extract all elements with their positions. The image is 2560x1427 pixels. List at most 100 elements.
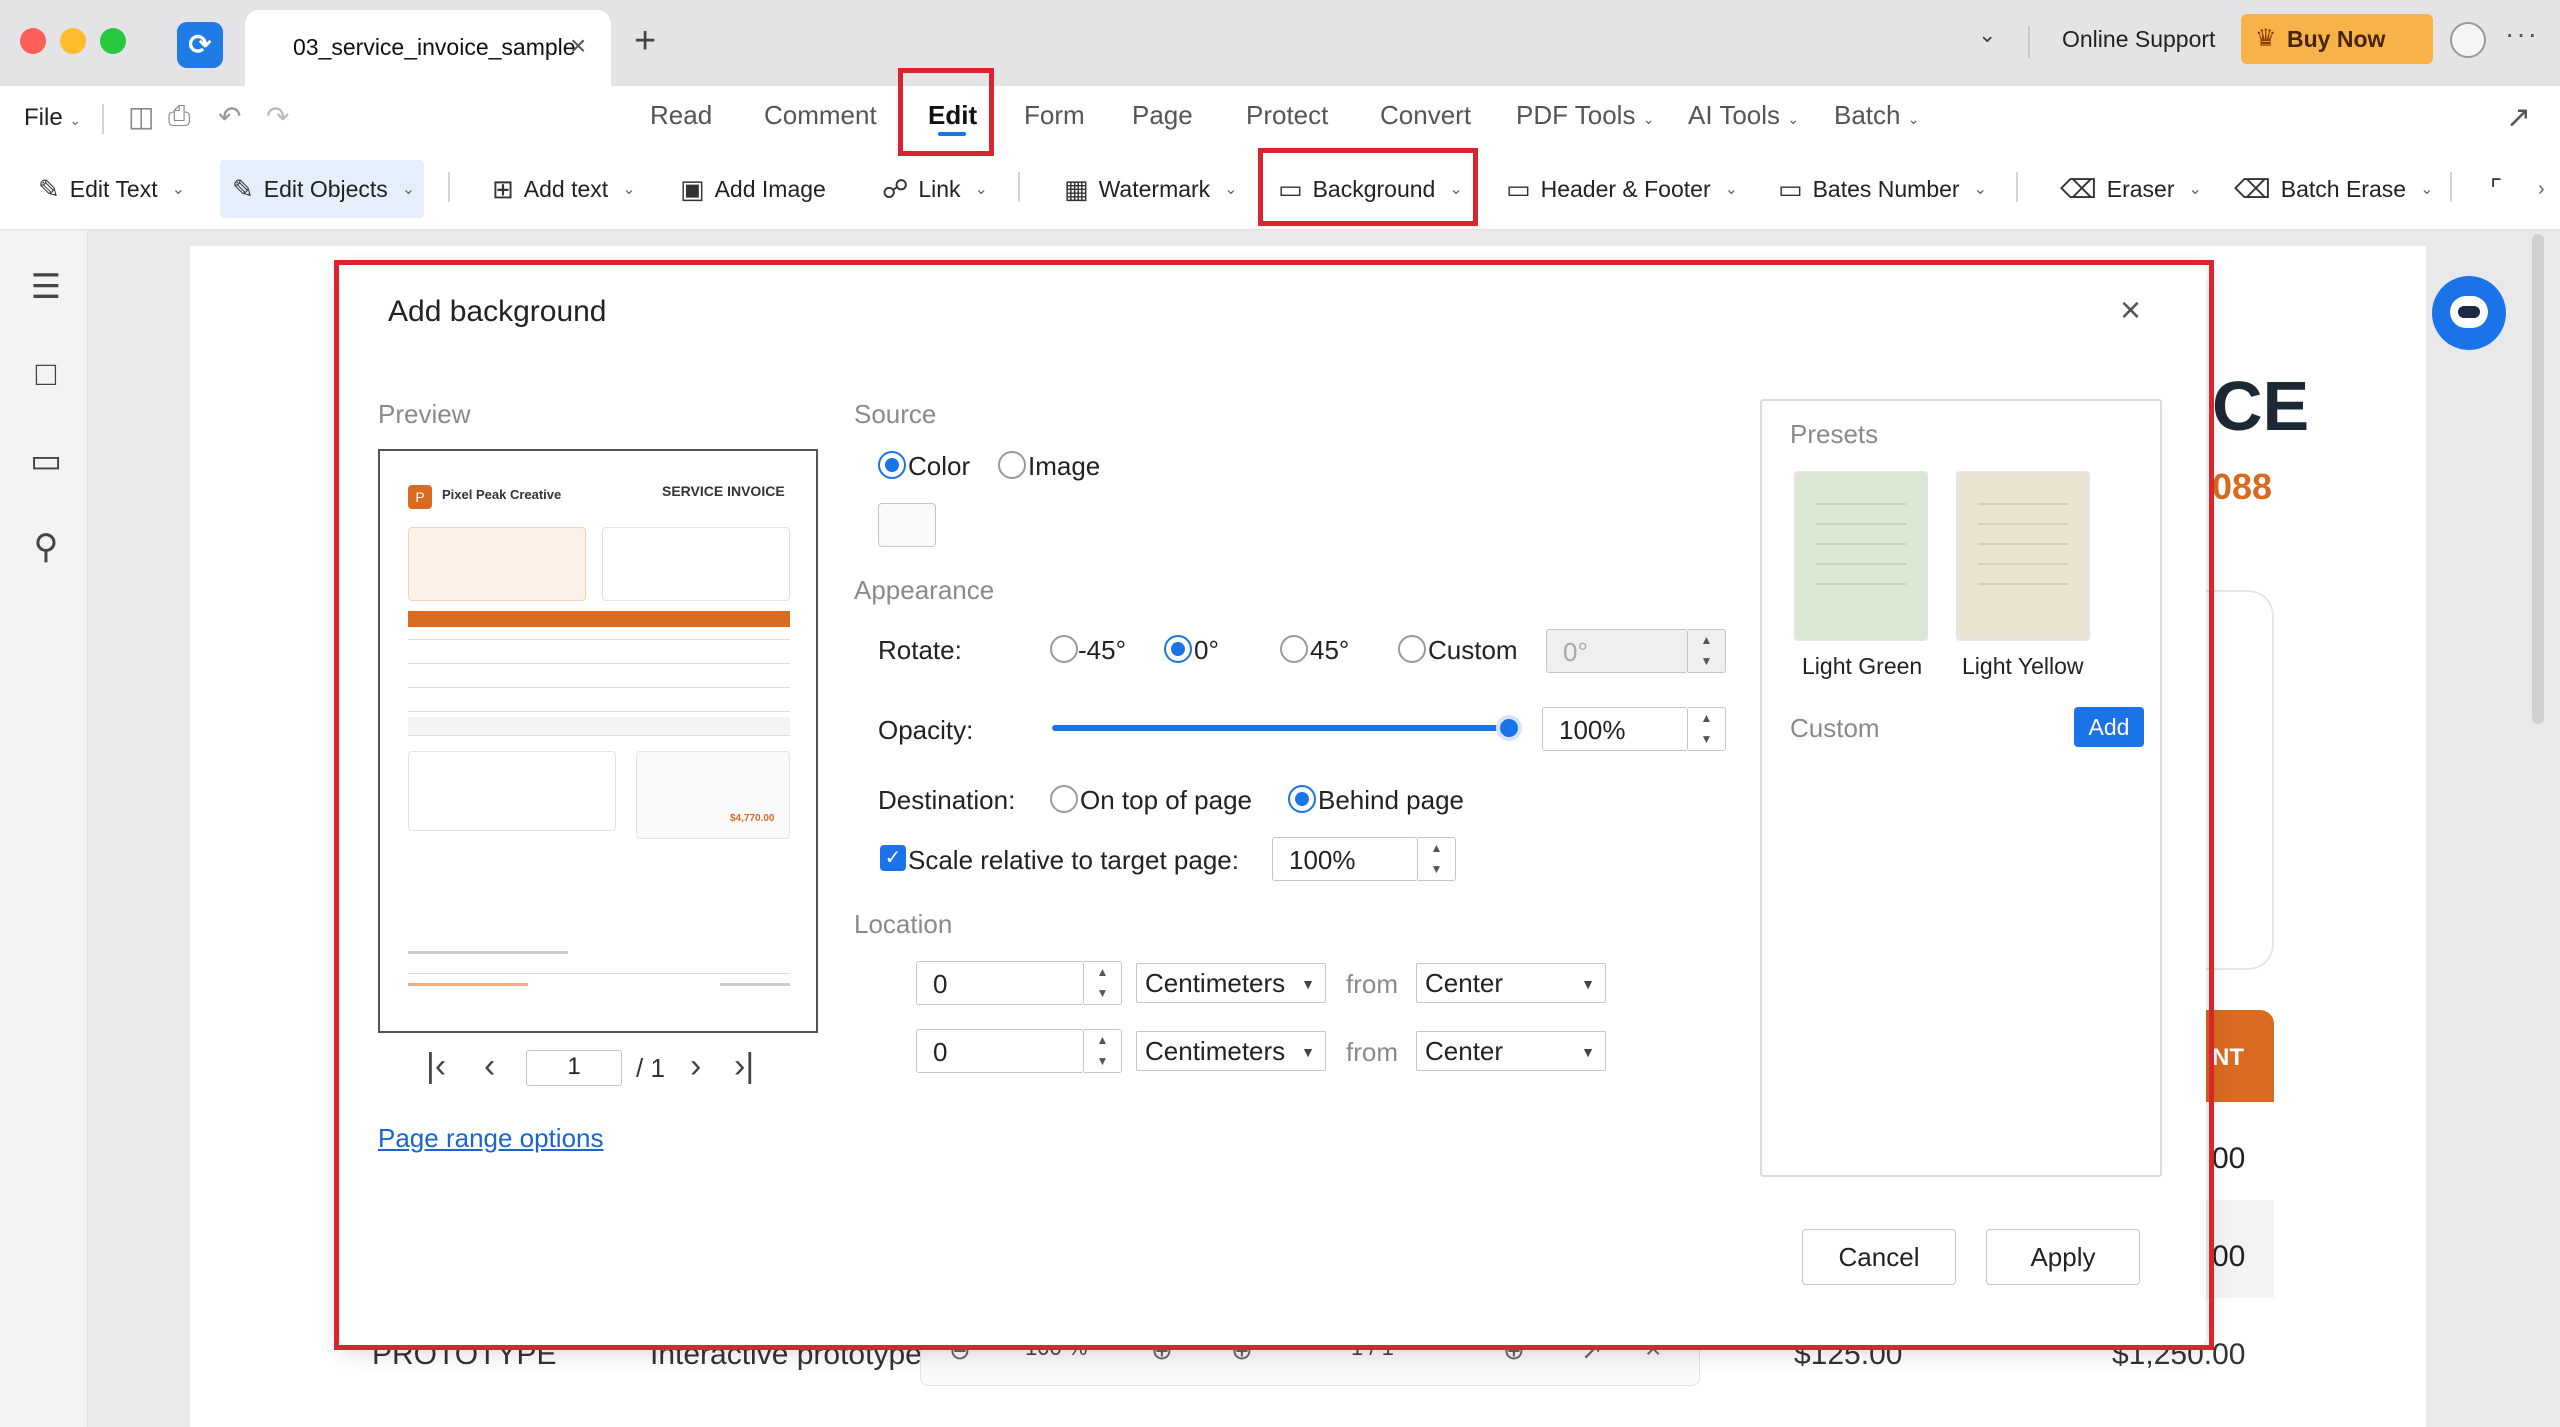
- text-box-icon: ⊞: [492, 173, 514, 204]
- tab-batch-label: Batch: [1834, 100, 1901, 130]
- title-bar: ⟳ 03_service_invoice_sample × + ⌄ Online…: [0, 0, 2560, 86]
- eraser-button[interactable]: ⌫ Eraser ⌄: [2060, 172, 2202, 206]
- image-icon: ▣: [680, 173, 705, 204]
- tab-batch[interactable]: Batch ⌄: [1834, 100, 1919, 131]
- more-options-icon[interactable]: ···: [2505, 18, 2539, 50]
- tab-protect[interactable]: Protect: [1246, 100, 1328, 131]
- invoice-column-fragment: NT: [2212, 1044, 2244, 1071]
- tab-read[interactable]: Read: [650, 100, 712, 131]
- redo-icon[interactable]: ↷: [266, 100, 289, 133]
- dialog-highlight: [334, 260, 2214, 1350]
- save-icon[interactable]: ◫: [128, 100, 154, 133]
- batch-erase-button[interactable]: ⌫ Batch Erase ⌄: [2234, 172, 2433, 206]
- eraser-chevron-icon: ⌄: [2188, 181, 2202, 198]
- watermark-label: Watermark: [1098, 175, 1211, 202]
- eraser-icon: ⌫: [2060, 173, 2097, 204]
- close-tab-icon[interactable]: ×: [570, 30, 586, 62]
- file-menu-label: File: [24, 104, 63, 131]
- edit-text-button[interactable]: ✎ Edit Text ⌄: [38, 172, 185, 206]
- header-footer-label: Header & Footer: [1540, 175, 1711, 202]
- close-window-button[interactable]: [20, 28, 46, 54]
- ai-tools-chevron-icon: ⌄: [1787, 111, 1799, 127]
- toolbar-scroll-right-icon[interactable]: ›: [2538, 172, 2545, 206]
- app-logo-icon: ⟳: [177, 22, 223, 68]
- vertical-scrollbar[interactable]: [2532, 234, 2544, 724]
- header-footer-button[interactable]: ▭ Header & Footer ⌄: [1506, 172, 1738, 206]
- tab-ai-tools-label: AI Tools: [1688, 100, 1781, 130]
- invoice-row-fragment: 00: [2212, 1240, 2246, 1273]
- buy-now-label: Buy Now: [2287, 26, 2386, 52]
- pen-icon: ✎: [232, 173, 254, 204]
- left-sidebar: ☰ □ ▭ ⚲: [0, 231, 88, 1427]
- tab-ai-tools[interactable]: AI Tools ⌄: [1688, 100, 1799, 131]
- comments-icon[interactable]: ▭: [26, 441, 66, 481]
- watermark-button[interactable]: ▦ Watermark ⌄: [1064, 172, 1238, 206]
- titlebar-divider: [2028, 26, 2030, 58]
- open-external-icon[interactable]: ↗: [2506, 100, 2531, 135]
- undo-icon[interactable]: ↶: [218, 100, 241, 133]
- minimize-window-button[interactable]: [60, 28, 86, 54]
- eraser-label: Eraser: [2106, 175, 2175, 202]
- ai-assistant-icon[interactable]: [2432, 276, 2506, 350]
- tab-pdf-tools[interactable]: PDF Tools ⌄: [1516, 100, 1654, 131]
- bookmark-icon[interactable]: □: [26, 355, 66, 394]
- tab-form[interactable]: Form: [1024, 100, 1085, 131]
- file-chevron-icon: ⌄: [69, 112, 82, 128]
- thumbnails-icon[interactable]: ☰: [26, 267, 66, 307]
- toolbar-divider: [2016, 172, 2018, 202]
- link-chevron-icon: ⌄: [974, 181, 988, 198]
- edit-tab-highlight: [898, 68, 994, 156]
- document-tab[interactable]: 03_service_invoice_sample ×: [245, 10, 611, 86]
- edit-objects-label: Edit Objects: [263, 175, 388, 202]
- toolbar-divider: [1018, 172, 1020, 202]
- invoice-title-fragment: CE: [2212, 367, 2310, 445]
- add-text-label: Add text: [523, 175, 609, 202]
- header-footer-chevron-icon: ⌄: [1724, 181, 1739, 198]
- maximize-window-button[interactable]: [100, 28, 126, 54]
- tab-page[interactable]: Page: [1132, 100, 1193, 131]
- file-menu[interactable]: File ⌄: [24, 104, 81, 132]
- user-avatar-icon[interactable]: [2450, 22, 2486, 58]
- link-label: Link: [918, 175, 961, 202]
- bates-number-label: Bates Number: [1812, 175, 1960, 202]
- tab-convert[interactable]: Convert: [1380, 100, 1471, 131]
- crop-button[interactable]: ⌜: [2490, 172, 2502, 206]
- toolbar-divider: [448, 172, 450, 202]
- batch-chevron-icon: ⌄: [1907, 111, 1920, 127]
- watermark-chevron-icon: ⌄: [1224, 181, 1238, 198]
- buy-now-button[interactable]: ♛ Buy Now: [2241, 14, 2433, 64]
- batch-erase-label: Batch Erase: [2280, 175, 2407, 202]
- invoice-number-fragment: 088: [2212, 466, 2273, 507]
- add-text-button[interactable]: ⊞ Add text ⌄: [492, 172, 636, 206]
- print-icon[interactable]: ⎙: [168, 100, 190, 133]
- batch-erase-icon: ⌫: [2234, 173, 2271, 204]
- add-image-label: Add Image: [714, 175, 826, 202]
- add-image-button[interactable]: ▣ Add Image: [680, 172, 826, 206]
- search-icon[interactable]: ⚲: [26, 527, 66, 567]
- add-text-chevron-icon: ⌄: [622, 181, 636, 198]
- bates-number-button[interactable]: ▭ Bates Number ⌄: [1778, 172, 1987, 206]
- invoice-row-fragment: 00: [2212, 1142, 2246, 1175]
- bates-number-icon: ▭: [1778, 173, 1803, 204]
- online-support-link[interactable]: Online Support: [2062, 26, 2215, 53]
- batch-erase-chevron-icon: ⌄: [2420, 181, 2434, 198]
- crown-icon: ♛: [2255, 25, 2277, 52]
- edit-objects-button[interactable]: ✎ Edit Objects ⌄: [232, 172, 415, 206]
- crop-icon: ⌜: [2490, 173, 2503, 204]
- link-button[interactable]: ☍ Link ⌄: [882, 172, 988, 206]
- edit-objects-chevron-icon: ⌄: [401, 181, 416, 198]
- link-icon: ☍: [882, 173, 909, 204]
- background-button-highlight: [1258, 148, 1478, 226]
- pdf-tools-chevron-icon: ⌄: [1642, 111, 1655, 127]
- tabs-dropdown-chevron-icon[interactable]: ⌄: [1978, 22, 1996, 48]
- pencil-icon: ✎: [38, 173, 60, 204]
- header-footer-icon: ▭: [1506, 173, 1531, 204]
- new-tab-plus-icon[interactable]: +: [634, 20, 656, 63]
- watermark-icon: ▦: [1064, 173, 1089, 204]
- tab-pdf-tools-label: PDF Tools: [1516, 100, 1636, 130]
- menubar-divider: [102, 104, 104, 134]
- edit-text-chevron-icon: ⌄: [171, 181, 185, 198]
- tab-comment[interactable]: Comment: [764, 100, 877, 131]
- document-tab-label: 03_service_invoice_sample: [293, 34, 576, 60]
- toolbar-divider: [2450, 172, 2452, 202]
